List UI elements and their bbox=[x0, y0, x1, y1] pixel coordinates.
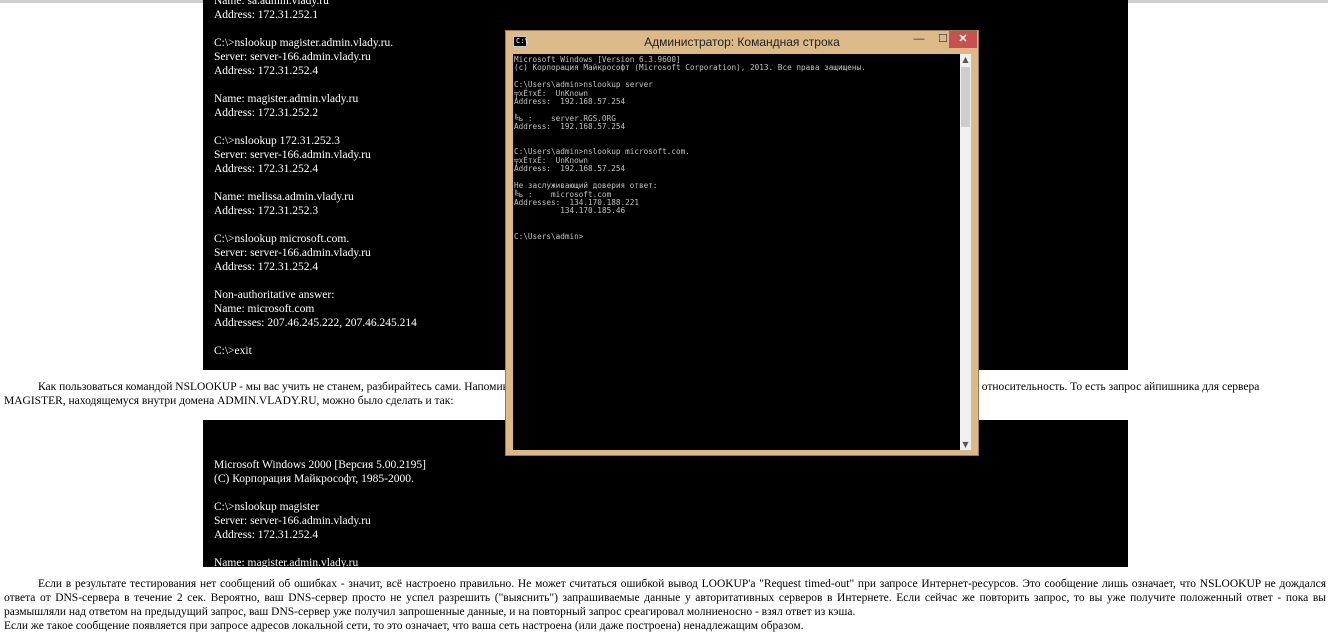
console-line: C:\>nslookup magister.admin.vlady.ru. bbox=[214, 37, 394, 49]
paragraph-line: Если же такое сообщение появляется при з… bbox=[4, 620, 804, 632]
cmd-output-line: Address: 192.168.57.254 bbox=[514, 97, 626, 107]
console-line: Name: magister.admin.vlady.ru bbox=[214, 93, 359, 105]
console-line: Address: 172.31.252.3 bbox=[214, 205, 319, 217]
vertical-scrollbar[interactable]: ▲ ▼ bbox=[960, 54, 971, 450]
console-line: C:\>nslookup magister bbox=[214, 501, 320, 513]
console-line: Address: 172.31.252.4 bbox=[214, 65, 319, 77]
console-line: Addresses: 207.46.245.222, 207.46.245.21… bbox=[214, 317, 417, 329]
command-prompt-window[interactable]: C:\ Администратор: Командная строка — ☐ … bbox=[505, 30, 979, 456]
console-line: Server: server-166.admin.vlady.ru bbox=[214, 515, 371, 527]
console-line: C:\>nslookup microsoft.com. bbox=[214, 233, 350, 245]
minimize-button[interactable]: — bbox=[907, 31, 931, 48]
console-output-lines: Microsoft Windows 2000 [Версия 5.00.2195… bbox=[214, 458, 1117, 567]
cmd-output-line: (c) Корпорация Майкрософт (Microsoft Cor… bbox=[514, 63, 866, 73]
cmd-output-line: Address: 192.168.57.254 bbox=[514, 122, 626, 132]
console-line: Address: 172.31.252.4 bbox=[214, 529, 319, 541]
console-line: C:\>exit bbox=[214, 345, 252, 357]
cmd-output-line: C:\Users\admin> bbox=[514, 231, 584, 241]
cmd-output-line: 134.170.185.46 bbox=[514, 206, 626, 216]
paragraph-line: Если в результате тестирования нет сообщ… bbox=[4, 578, 1326, 618]
window-titlebar[interactable]: C:\ Администратор: Командная строка — ☐ … bbox=[506, 31, 978, 54]
scroll-down-arrow-icon[interactable]: ▼ bbox=[960, 439, 971, 450]
cmd-output-line: Address: 192.168.57.254 bbox=[514, 164, 626, 174]
console-line: C:\>nslookup 172.31.252.3 bbox=[214, 135, 340, 147]
scrollbar-thumb[interactable] bbox=[961, 67, 970, 127]
console-line: (С) Корпорация Майкрософт, 1985-2000. bbox=[214, 473, 414, 485]
console-line: Server: server-166.admin.vlady.ru bbox=[214, 149, 371, 161]
console-line: Address: 172.31.252.1 bbox=[214, 9, 319, 21]
console-line: Non-authoritative answer: bbox=[214, 289, 335, 301]
close-button[interactable]: ✕ bbox=[949, 31, 977, 48]
console-line: Address: 172.31.252.4 bbox=[214, 261, 319, 273]
console-line: Name: microsoft.com bbox=[214, 303, 315, 315]
console-text[interactable]: Microsoft Windows [Version 6.3.9600] (c) … bbox=[513, 54, 958, 450]
cmd-output-line bbox=[514, 216, 958, 224]
console-line: Name: melissa.admin.vlady.ru bbox=[214, 191, 354, 203]
console-line: Name: magister.admin.vlady.ru bbox=[214, 557, 359, 567]
console-line: Microsoft Windows 2000 [Версия 5.00.2195… bbox=[214, 459, 426, 471]
console-line: Server: server-166.admin.vlady.ru bbox=[214, 247, 371, 259]
cmd-output-line bbox=[514, 132, 958, 140]
console-line: Server: server-166.admin.vlady.ru bbox=[214, 51, 371, 63]
console-area[interactable]: Microsoft Windows [Version 6.3.9600] (c) … bbox=[513, 54, 971, 450]
paragraph-line: MAGISTER, находящемуся внутри домена ADM… bbox=[4, 395, 454, 407]
console-line: Address: 172.31.252.4 bbox=[214, 163, 319, 175]
console-output-lines: Name: sa.admin.vlady.ru Address: 172.31.2… bbox=[214, 0, 417, 358]
console-line: Name: sa.admin.vlady.ru bbox=[214, 0, 329, 7]
paragraph-testing-results: Если в результате тестирования нет сообщ… bbox=[4, 577, 1326, 633]
scroll-up-arrow-icon[interactable]: ▲ bbox=[960, 54, 971, 65]
console-line: Address: 172.31.252.2 bbox=[214, 107, 319, 119]
